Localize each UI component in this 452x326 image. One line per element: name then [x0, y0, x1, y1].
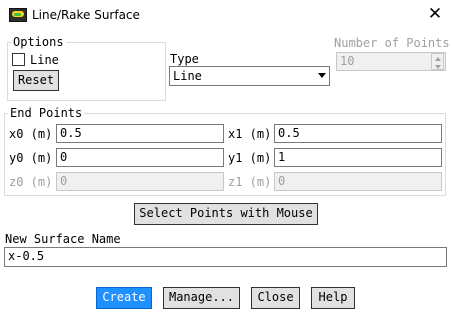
spin-up-icon [435, 57, 441, 61]
title-bar: Line/Rake Surface ✕ [0, 0, 452, 31]
end-points-legend: End Points [10, 106, 83, 120]
x1-label: x1 (m) [228, 127, 272, 141]
number-of-points-spinner[interactable] [431, 53, 444, 70]
app-icon [9, 8, 27, 22]
options-group: Options [7, 36, 166, 101]
x1-input[interactable]: 0.5 [274, 124, 442, 143]
help-button[interactable]: Help [311, 287, 355, 309]
line-checkbox[interactable] [12, 53, 25, 66]
chevron-down-icon [318, 73, 326, 78]
type-label: Type [170, 52, 199, 66]
y0-label: y0 (m) [9, 151, 53, 165]
manage-button[interactable]: Manage... [163, 287, 240, 309]
type-selected-value: Line [173, 69, 202, 83]
spin-down-icon [435, 65, 441, 69]
close-button[interactable]: Close [251, 287, 300, 309]
number-of-points-label: Number of Points [334, 36, 450, 50]
reset-button[interactable]: Reset [13, 70, 59, 91]
y1-input[interactable]: 1 [274, 148, 442, 167]
create-button[interactable]: Create [96, 287, 152, 309]
x0-label: x0 (m) [9, 127, 53, 141]
new-surface-name-input[interactable]: x-0.5 [4, 247, 447, 267]
close-icon[interactable]: ✕ [426, 5, 444, 23]
new-surface-name-label: New Surface Name [5, 232, 121, 246]
y0-input[interactable]: 0 [56, 148, 224, 167]
window-title: Line/Rake Surface [32, 8, 140, 22]
line-checkbox-label: Line [30, 53, 59, 67]
number-of-points-input[interactable]: 10 [336, 52, 446, 71]
z1-label: z1 (m) [228, 175, 272, 189]
y1-label: y1 (m) [228, 151, 272, 165]
z1-input[interactable]: 0 [274, 172, 442, 191]
z0-label: z0 (m) [9, 175, 53, 189]
z0-input[interactable]: 0 [56, 172, 224, 191]
select-points-button[interactable]: Select Points with Mouse [134, 203, 318, 225]
options-legend: Options [13, 35, 64, 49]
x0-input[interactable]: 0.5 [56, 124, 224, 143]
type-dropdown[interactable]: Line [169, 66, 330, 86]
